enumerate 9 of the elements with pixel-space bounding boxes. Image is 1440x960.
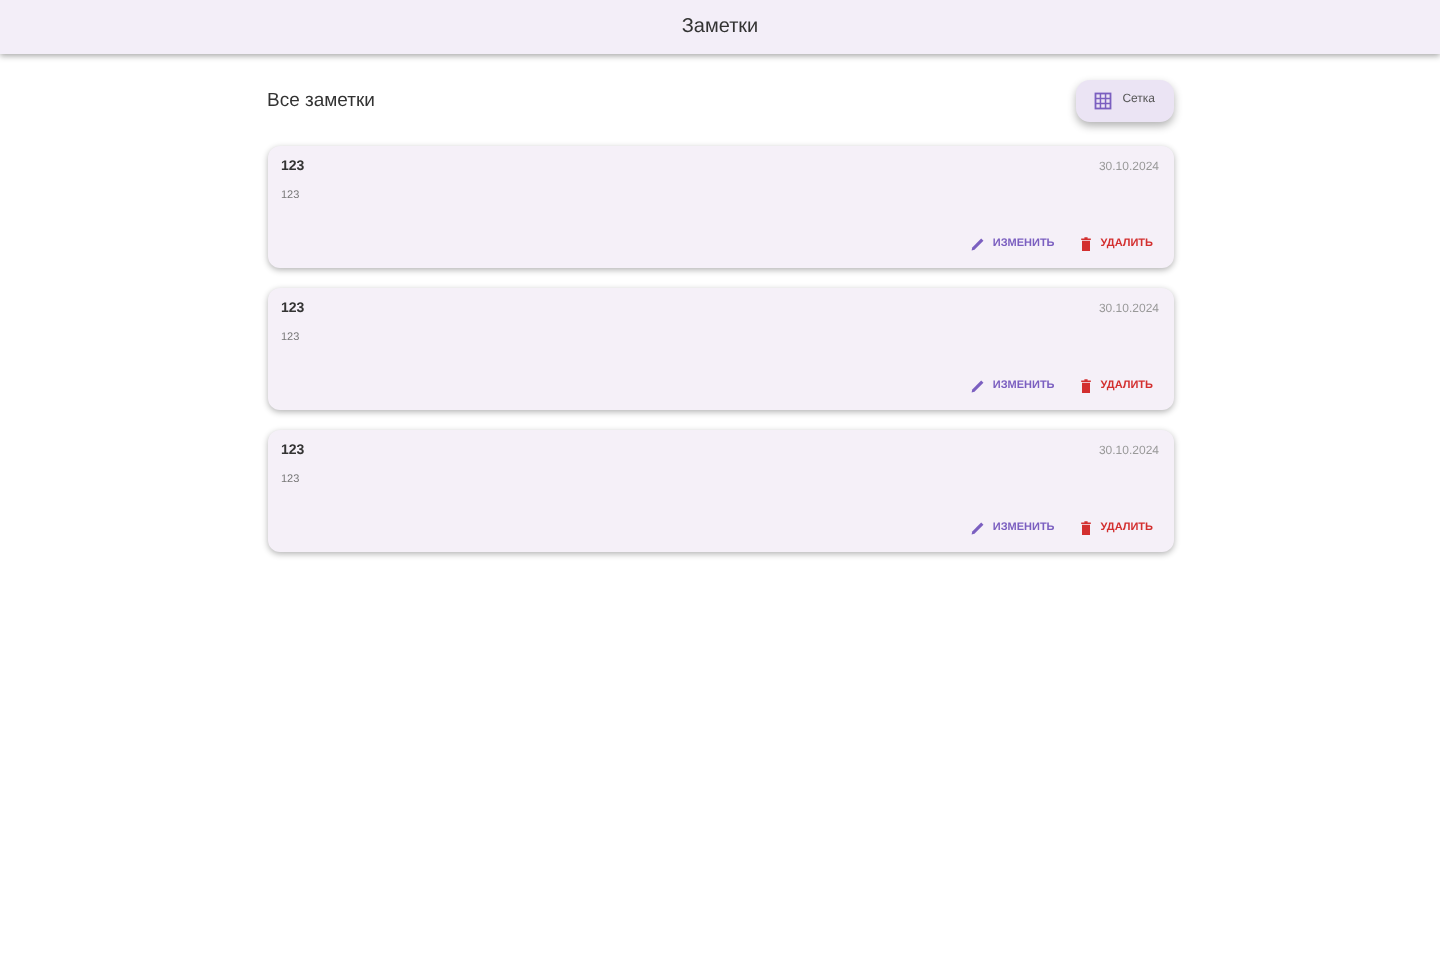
trash-icon bbox=[1078, 236, 1095, 252]
grid-icon bbox=[1094, 91, 1113, 109]
trash-icon bbox=[1078, 378, 1095, 394]
pencil-icon bbox=[970, 236, 987, 252]
app-title: Заметки bbox=[681, 16, 759, 38]
page-heading: Все заметки bbox=[267, 89, 375, 111]
pencil-icon bbox=[970, 520, 987, 536]
pencil-icon bbox=[970, 378, 987, 394]
trash-icon bbox=[1078, 520, 1095, 536]
